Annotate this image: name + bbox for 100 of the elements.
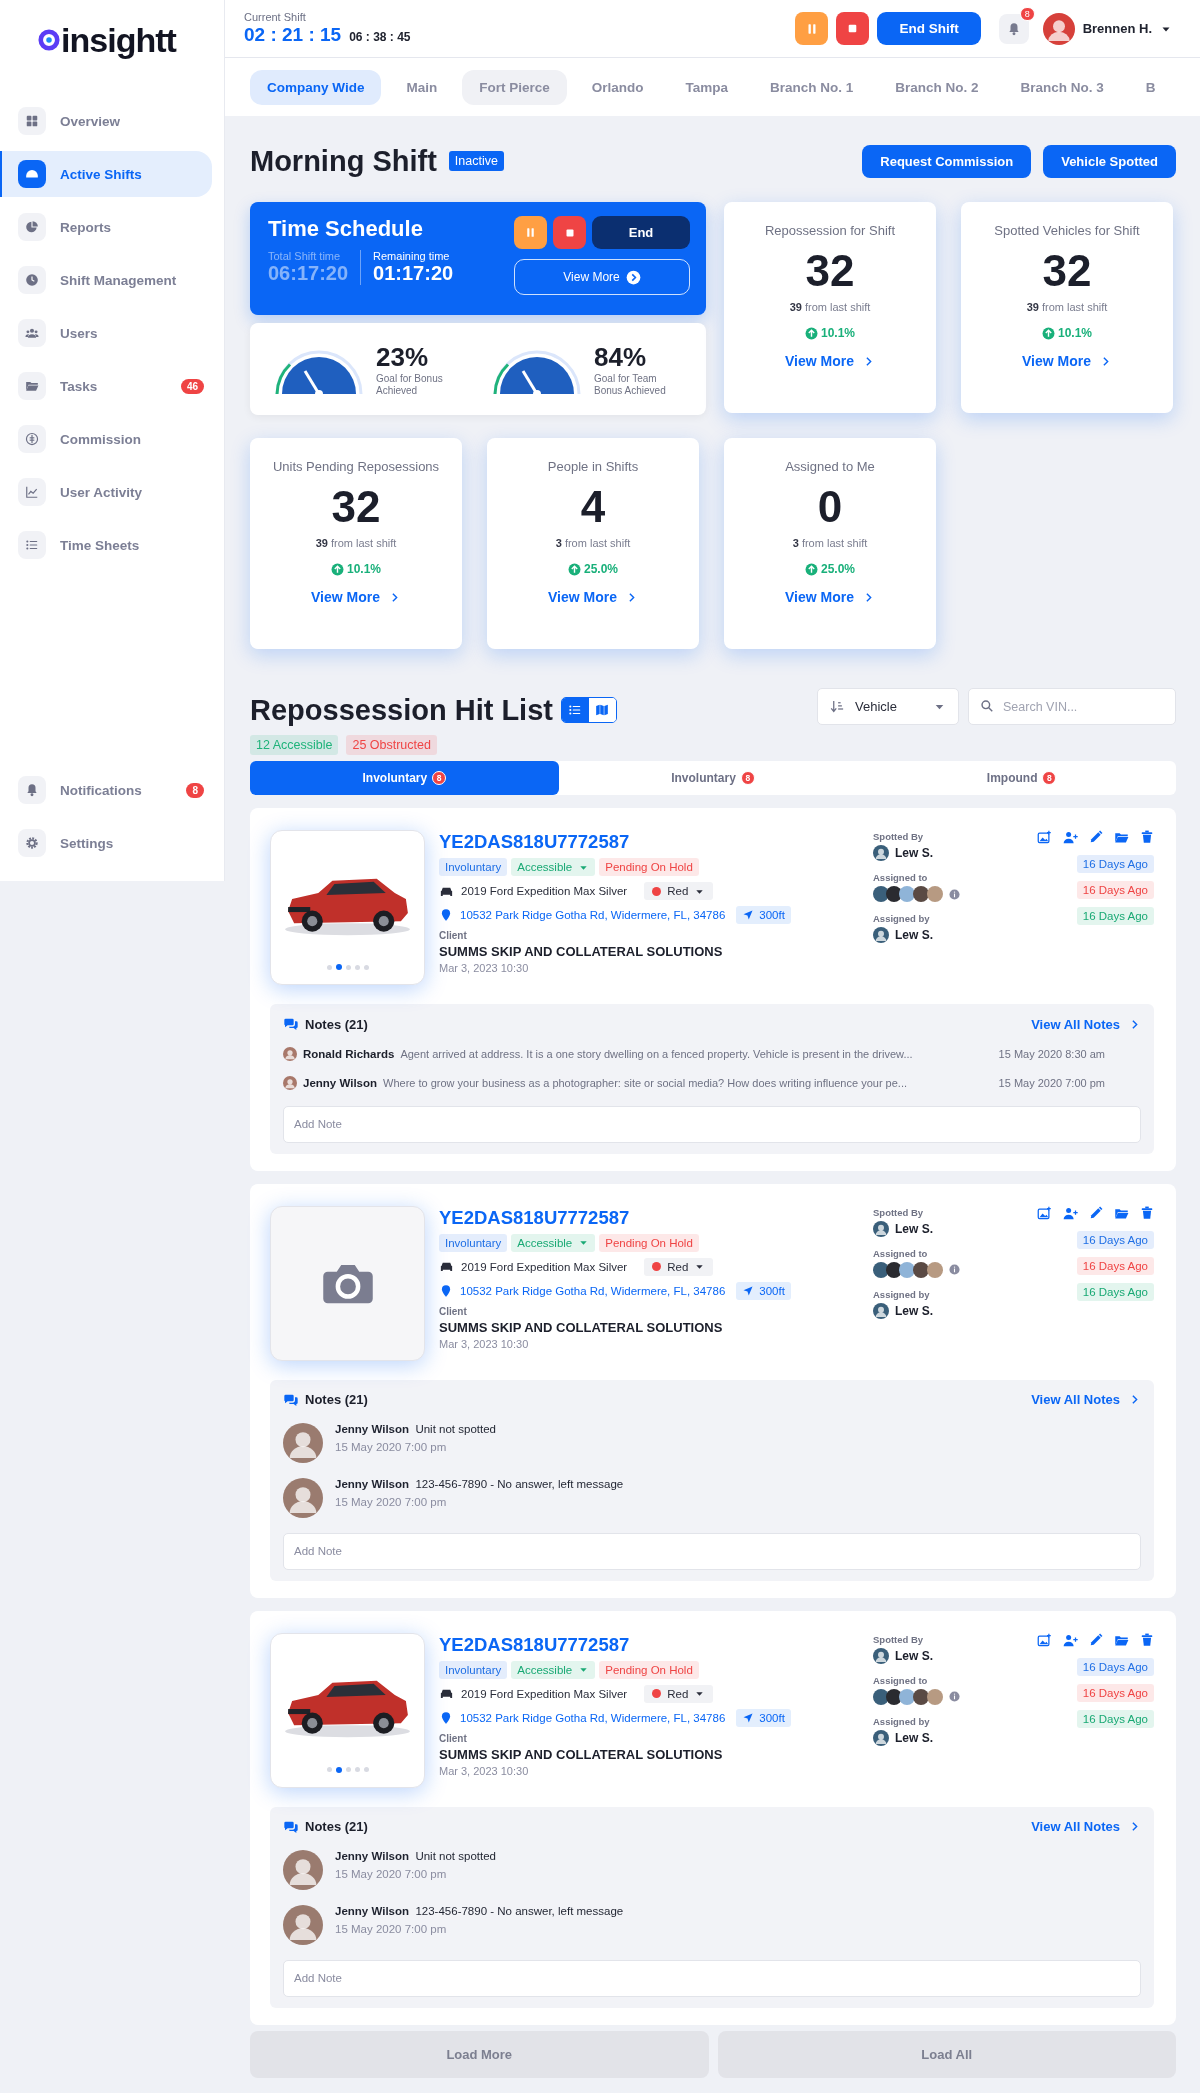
- add-note-field[interactable]: Add Note: [283, 1532, 1141, 1570]
- add-note-field[interactable]: Add Note: [283, 1959, 1141, 1997]
- color-select[interactable]: Red: [644, 1684, 714, 1703]
- sidebar-item[interactable]: Users: [0, 310, 212, 356]
- sidebar-item[interactable]: Tasks 46: [0, 363, 212, 409]
- brand-name: insightt: [61, 20, 176, 60]
- view-more-link[interactable]: View More: [311, 589, 401, 605]
- branch-tab[interactable]: Fort Pierce: [462, 69, 567, 105]
- avatar-icon: [283, 1477, 323, 1518]
- stat-value: 32: [331, 482, 381, 532]
- person-name: Lew S.: [895, 1648, 933, 1663]
- carousel-dot[interactable]: [345, 1767, 351, 1773]
- person-name: Lew S.: [895, 1221, 933, 1236]
- action-button[interactable]: Vehicle Spotted: [1043, 144, 1176, 178]
- pause-button[interactable]: [795, 12, 829, 45]
- carousel-dot[interactable]: [326, 964, 332, 970]
- add-image-icon: [1037, 1632, 1052, 1648]
- list-icon: [25, 538, 39, 552]
- stat-change: 25.0%: [821, 562, 855, 576]
- pause-icon: [524, 226, 537, 239]
- address-link[interactable]: 10532 Park Ridge Gotha Rd, Widermere, FL, 34786: [460, 1711, 726, 1724]
- sidebar-item[interactable]: Settings: [0, 820, 212, 866]
- view-more-link[interactable]: View More: [548, 589, 638, 605]
- stat-value: 4: [580, 482, 606, 532]
- sidebar-item[interactable]: Commission: [0, 416, 212, 462]
- branch-tab[interactable]: Branch No. 2: [878, 69, 996, 105]
- branch-tab[interactable]: B: [1128, 69, 1173, 105]
- view-more-button[interactable]: View More: [514, 259, 690, 295]
- view-all-notes-link[interactable]: View All Notes: [1031, 1016, 1141, 1032]
- note-time: 15 May 2020 7:00 pm: [335, 1439, 447, 1455]
- action-button[interactable]: Request Commission: [862, 144, 1032, 178]
- stop-button[interactable]: [836, 12, 870, 45]
- sort-dropdown[interactable]: Vehicle: [817, 688, 959, 725]
- color-select[interactable]: Red: [644, 882, 714, 900]
- map-view-toggle[interactable]: [588, 698, 616, 722]
- avatar-icon: [283, 1076, 297, 1091]
- count-badge: 8: [1042, 771, 1057, 785]
- status-select[interactable]: Accessible: [511, 858, 596, 876]
- notifications-button[interactable]: [998, 13, 1029, 44]
- view-all-notes-link[interactable]: View All Notes: [1031, 1819, 1141, 1835]
- sidebar-item[interactable]: Time Sheets: [0, 522, 212, 568]
- note-time: 15 May 2020 7:00 pm: [335, 1494, 447, 1510]
- carousel-dot[interactable]: [354, 964, 360, 970]
- list-tab[interactable]: Involuntary 8: [558, 761, 868, 795]
- section-title: Repossession Hit List: [250, 693, 553, 727]
- end-button[interactable]: End: [592, 216, 690, 249]
- sidebar-item[interactable]: Active Shifts: [0, 151, 212, 197]
- branch-tab[interactable]: Branch No. 1: [752, 69, 871, 105]
- carousel-dot[interactable]: [363, 1767, 369, 1773]
- end-shift-button[interactable]: End Shift: [877, 12, 981, 45]
- count-badge: 8: [740, 771, 755, 785]
- pause-button[interactable]: [514, 216, 547, 249]
- stat-comparison: 3 from last shift: [555, 537, 631, 549]
- stat-title: Spotted Vehicles for Shift: [994, 223, 1140, 238]
- note-author: Ronald Richards: [303, 1048, 395, 1061]
- search-field[interactable]: Search VIN...: [968, 688, 1176, 725]
- carousel-dot[interactable]: [335, 964, 342, 971]
- branch-tab[interactable]: Branch No. 3: [1003, 69, 1121, 105]
- status-select[interactable]: Accessible: [511, 1660, 596, 1679]
- branch-tab[interactable]: Company Wide: [250, 69, 382, 105]
- view-more-link[interactable]: View More: [785, 589, 875, 605]
- carousel-dot[interactable]: [345, 964, 351, 970]
- note-text: Unit not spotted: [415, 1849, 496, 1862]
- load-more-button[interactable]: Load More: [250, 2030, 709, 2078]
- vin-link[interactable]: YE2DAS818U7772587: [439, 831, 859, 853]
- branch-tab[interactable]: Orlando: [574, 69, 661, 105]
- carousel-dot[interactable]: [326, 1767, 332, 1773]
- sidebar-item[interactable]: Reports: [0, 204, 212, 250]
- address-link[interactable]: 10532 Park Ridge Gotha Rd, Widermere, FL, 34786: [460, 1284, 726, 1297]
- carousel-dot[interactable]: [335, 1766, 342, 1773]
- sidebar-item[interactable]: Notifications 8: [0, 767, 212, 813]
- list-tab[interactable]: Involuntary 8: [250, 761, 559, 795]
- vehicle-text: 2019 Ford Expedition Max Silver: [461, 1260, 628, 1273]
- carousel-dot[interactable]: [363, 964, 369, 970]
- avatar-icon: [873, 1647, 889, 1664]
- vin-link[interactable]: YE2DAS818U7772587: [439, 1206, 859, 1229]
- view-all-notes-link[interactable]: View All Notes: [1031, 1392, 1141, 1408]
- add-note-field[interactable]: Add Note: [283, 1105, 1141, 1143]
- status-select[interactable]: Accessible: [511, 1233, 596, 1252]
- sidebar-item[interactable]: User Activity: [0, 469, 212, 515]
- time-value: 01:17:20: [373, 262, 454, 285]
- user-name[interactable]: Brennen H.: [1082, 21, 1152, 36]
- branch-tab[interactable]: Tampa: [668, 69, 745, 105]
- sidebar-item[interactable]: Overview: [0, 98, 212, 144]
- note-text: 123-456-7890 - No answer, left message: [415, 1477, 624, 1490]
- stat-value: 32: [805, 246, 855, 296]
- list-view-toggle[interactable]: [561, 698, 589, 722]
- color-select[interactable]: Red: [644, 1257, 714, 1276]
- list-tab[interactable]: Impound 8: [867, 761, 1176, 795]
- view-more-link[interactable]: View More: [1022, 353, 1112, 369]
- carousel-dot[interactable]: [354, 1767, 360, 1773]
- vin-link[interactable]: YE2DAS818U7772587: [439, 1633, 859, 1656]
- load-all-button[interactable]: Load All: [717, 2030, 1176, 2078]
- vehicle-text: 2019 Ford Expedition Max Silver: [461, 1687, 628, 1700]
- person-name: Lew S.: [895, 928, 933, 942]
- stop-button[interactable]: [553, 216, 586, 249]
- address-link[interactable]: 10532 Park Ridge Gotha Rd, Widermere, FL, 34786: [460, 909, 726, 921]
- branch-tab[interactable]: Main: [389, 69, 455, 105]
- sidebar-item[interactable]: Shift Management: [0, 257, 212, 303]
- view-more-link[interactable]: View More: [785, 353, 875, 369]
